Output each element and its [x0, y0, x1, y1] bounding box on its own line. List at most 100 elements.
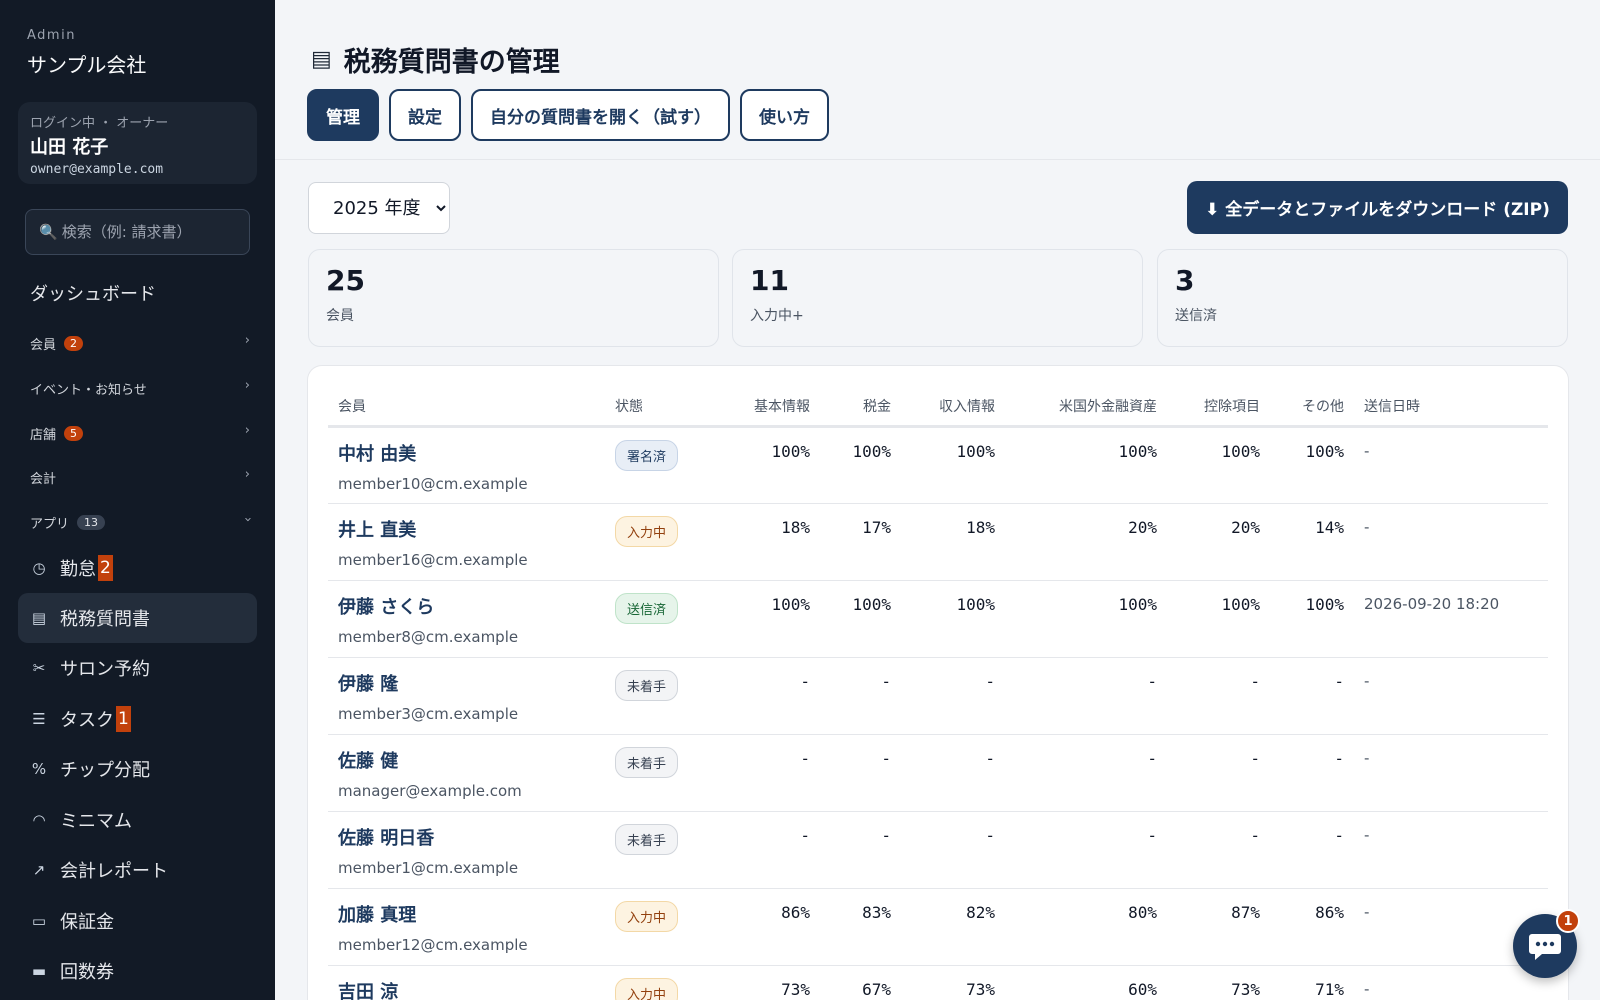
- sidebar-item-tasks[interactable]: ☰ タスク 1: [18, 694, 257, 744]
- sidebar-section-apps[interactable]: アプリ 13 ›: [30, 508, 255, 536]
- table-row[interactable]: 佐藤 明日香 member1@cm.example 未着手 - - - - - - -: [328, 811, 1548, 889]
- tab-settings[interactable]: 設定: [389, 89, 461, 141]
- column-header-tax[interactable]: 税金: [820, 388, 901, 428]
- apps-badge: 13: [77, 514, 106, 530]
- member-cell: 佐藤 明日香 member1@cm.example: [328, 811, 605, 889]
- member-cell: 佐藤 健 manager@example.com: [328, 734, 605, 812]
- deductions-progress: 100%: [1167, 426, 1270, 504]
- search-input[interactable]: [61, 223, 242, 241]
- user-card[interactable]: ログイン中 ・ オーナー 山田 花子 owner@example.com: [18, 102, 257, 184]
- income-progress: 73%: [901, 965, 1005, 1000]
- table-row[interactable]: 佐藤 健 manager@example.com 未着手 - - - - - - -: [328, 734, 1548, 812]
- page-header: ▤ 税務質問書の管理 管理 設定 自分の質問書を開く（試す） 使い方: [275, 0, 1600, 160]
- status-cell: 未着手: [605, 811, 713, 889]
- member-email: member1@cm.example: [338, 858, 519, 877]
- member-name-link[interactable]: 加藤 真理: [338, 901, 595, 927]
- members-table: 会員 状態 基本情報 税金 収入情報 米国外金融資産 控除項目 その他 送信日時…: [328, 388, 1548, 1000]
- table-row[interactable]: 伊藤 隆 member3@cm.example 未着手 - - - - - - -: [328, 657, 1548, 735]
- column-header-basic[interactable]: 基本情報: [713, 388, 820, 428]
- member-name-link[interactable]: 中村 由美: [338, 440, 595, 466]
- status-cell: 未着手: [605, 657, 713, 735]
- sidebar-item-tip-distribution[interactable]: % チップ分配: [18, 744, 257, 794]
- member-email: member3@cm.example: [338, 704, 519, 723]
- foreign-assets-progress: 60%: [1005, 965, 1167, 1000]
- chevron-right-icon: ›: [244, 333, 250, 348]
- sidebar-section-members[interactable]: 会員 2 ›: [30, 329, 250, 357]
- column-header-status[interactable]: 状態: [605, 388, 713, 428]
- other-progress: -: [1270, 811, 1354, 889]
- section-label: アプリ: [30, 516, 70, 532]
- sidebar-item-coupon-tickets[interactable]: ▬ 回数券: [18, 946, 257, 996]
- sent-at: 2026-09-20 18:20: [1354, 580, 1548, 658]
- member-name-link[interactable]: 佐藤 明日香: [338, 824, 595, 850]
- member-cell: 井上 直美 member16@cm.example: [328, 503, 605, 581]
- status-badge: 未着手: [615, 669, 679, 701]
- stat-card-members: 25 会員: [308, 249, 719, 347]
- members-badge: 2: [64, 335, 84, 351]
- table-row[interactable]: 加藤 真理 member12@cm.example 入力中 86% 83% 82% 80% 8…: [328, 888, 1548, 966]
- user-email: owner@example.com: [30, 162, 164, 177]
- sidebar-item-deposit[interactable]: ▭ 保証金: [18, 896, 257, 946]
- sidebar-item-minimum[interactable]: ◠ ミニマム: [18, 795, 257, 845]
- sidebar-item-salon-booking[interactable]: ✂ サロン予約: [18, 643, 257, 693]
- nav-label: チップ分配: [60, 760, 150, 781]
- column-header-income[interactable]: 収入情報: [901, 388, 1005, 428]
- status-cell: 入力中: [605, 503, 713, 581]
- table-row[interactable]: 井上 直美 member16@cm.example 入力中 18% 17% 18% 20% 2…: [328, 503, 1548, 581]
- table-row[interactable]: 中村 由美 member10@cm.example 署名済 100% 100% 100% 1…: [328, 426, 1548, 504]
- nav-label: 会計レポート: [60, 861, 168, 882]
- column-header-foreign-assets[interactable]: 米国外金融資産: [1005, 388, 1167, 428]
- table-row[interactable]: 吉田 涼入力中 73% 67% 73% 60% 73% 71% -: [328, 965, 1548, 1000]
- member-name-link[interactable]: 井上 直美: [338, 516, 595, 542]
- column-header-member[interactable]: 会員: [328, 388, 605, 428]
- foreign-assets-progress: 100%: [1005, 580, 1167, 658]
- tab-how-to-use[interactable]: 使い方: [740, 89, 829, 141]
- sidebar-item-dashboard[interactable]: ダッシュボード: [30, 280, 156, 306]
- member-name-link[interactable]: 伊藤 隆: [338, 670, 595, 696]
- stat-value: 3: [1175, 264, 1195, 297]
- member-name-link[interactable]: 佐藤 健: [338, 747, 595, 773]
- year-select[interactable]: 2025 年度: [308, 182, 450, 234]
- sidebar-item-accounting-report[interactable]: ↗ 会計レポート: [18, 845, 257, 895]
- status-cell: 送信済: [605, 580, 713, 658]
- page-title-wrap: ▤ 税務質問書の管理: [311, 40, 560, 79]
- sidebar-section-stores[interactable]: 店舗 5 ›: [30, 419, 250, 447]
- tax-progress: 100%: [820, 426, 901, 504]
- status-badge: 送信済: [615, 592, 679, 624]
- sidebar-item-attendance[interactable]: ◷ 勤怠 2: [18, 543, 257, 593]
- deductions-progress: 87%: [1167, 888, 1270, 966]
- member-email: member10@cm.example: [338, 474, 528, 493]
- section-label: イベント・お知らせ: [30, 382, 147, 398]
- column-header-deductions[interactable]: 控除項目: [1167, 388, 1270, 428]
- download-zip-button[interactable]: ⬇ 全データとファイルをダウンロード (ZIP): [1187, 181, 1568, 234]
- foreign-assets-progress: 80%: [1005, 888, 1167, 966]
- status-cell: 入力中: [605, 888, 713, 966]
- income-progress: -: [901, 811, 1005, 889]
- tax-progress: -: [820, 811, 901, 889]
- member-cell: 吉田 涼: [328, 965, 605, 1000]
- company-name: サンプル会社: [27, 53, 147, 77]
- tax-progress: -: [820, 734, 901, 812]
- member-cell: 伊藤 さくら member8@cm.example: [328, 580, 605, 658]
- column-header-sent-at[interactable]: 送信日時: [1354, 388, 1548, 428]
- checklist-icon: ☰: [32, 710, 46, 728]
- sidebar-section-accounting[interactable]: 会計 ›: [30, 463, 250, 491]
- member-name-link[interactable]: 伊藤 さくら: [338, 593, 595, 619]
- scissors-icon: ✂: [32, 659, 46, 677]
- sent-at: -: [1354, 657, 1548, 735]
- tab-manage[interactable]: 管理: [307, 89, 379, 141]
- member-name-link[interactable]: 吉田 涼: [338, 978, 595, 1000]
- column-header-other[interactable]: その他: [1270, 388, 1354, 428]
- income-progress: -: [901, 657, 1005, 735]
- status-cell: 未着手: [605, 734, 713, 812]
- deductions-progress: -: [1167, 811, 1270, 889]
- foreign-assets-progress: 100%: [1005, 426, 1167, 504]
- table-row[interactable]: 伊藤 さくら member8@cm.example 送信済 100% 100% 100% 1…: [328, 580, 1548, 658]
- deductions-progress: 20%: [1167, 503, 1270, 581]
- sent-at: -: [1354, 426, 1548, 504]
- tab-open-my-questionnaire[interactable]: 自分の質問書を開く（試す）: [471, 89, 730, 141]
- sidebar-item-tax-questionnaire[interactable]: ▤ 税務質問書: [18, 593, 257, 643]
- basic-progress: 73%: [713, 965, 820, 1000]
- status-badge: 入力中: [615, 900, 679, 932]
- sidebar-section-events[interactable]: イベント・お知らせ ›: [30, 374, 250, 402]
